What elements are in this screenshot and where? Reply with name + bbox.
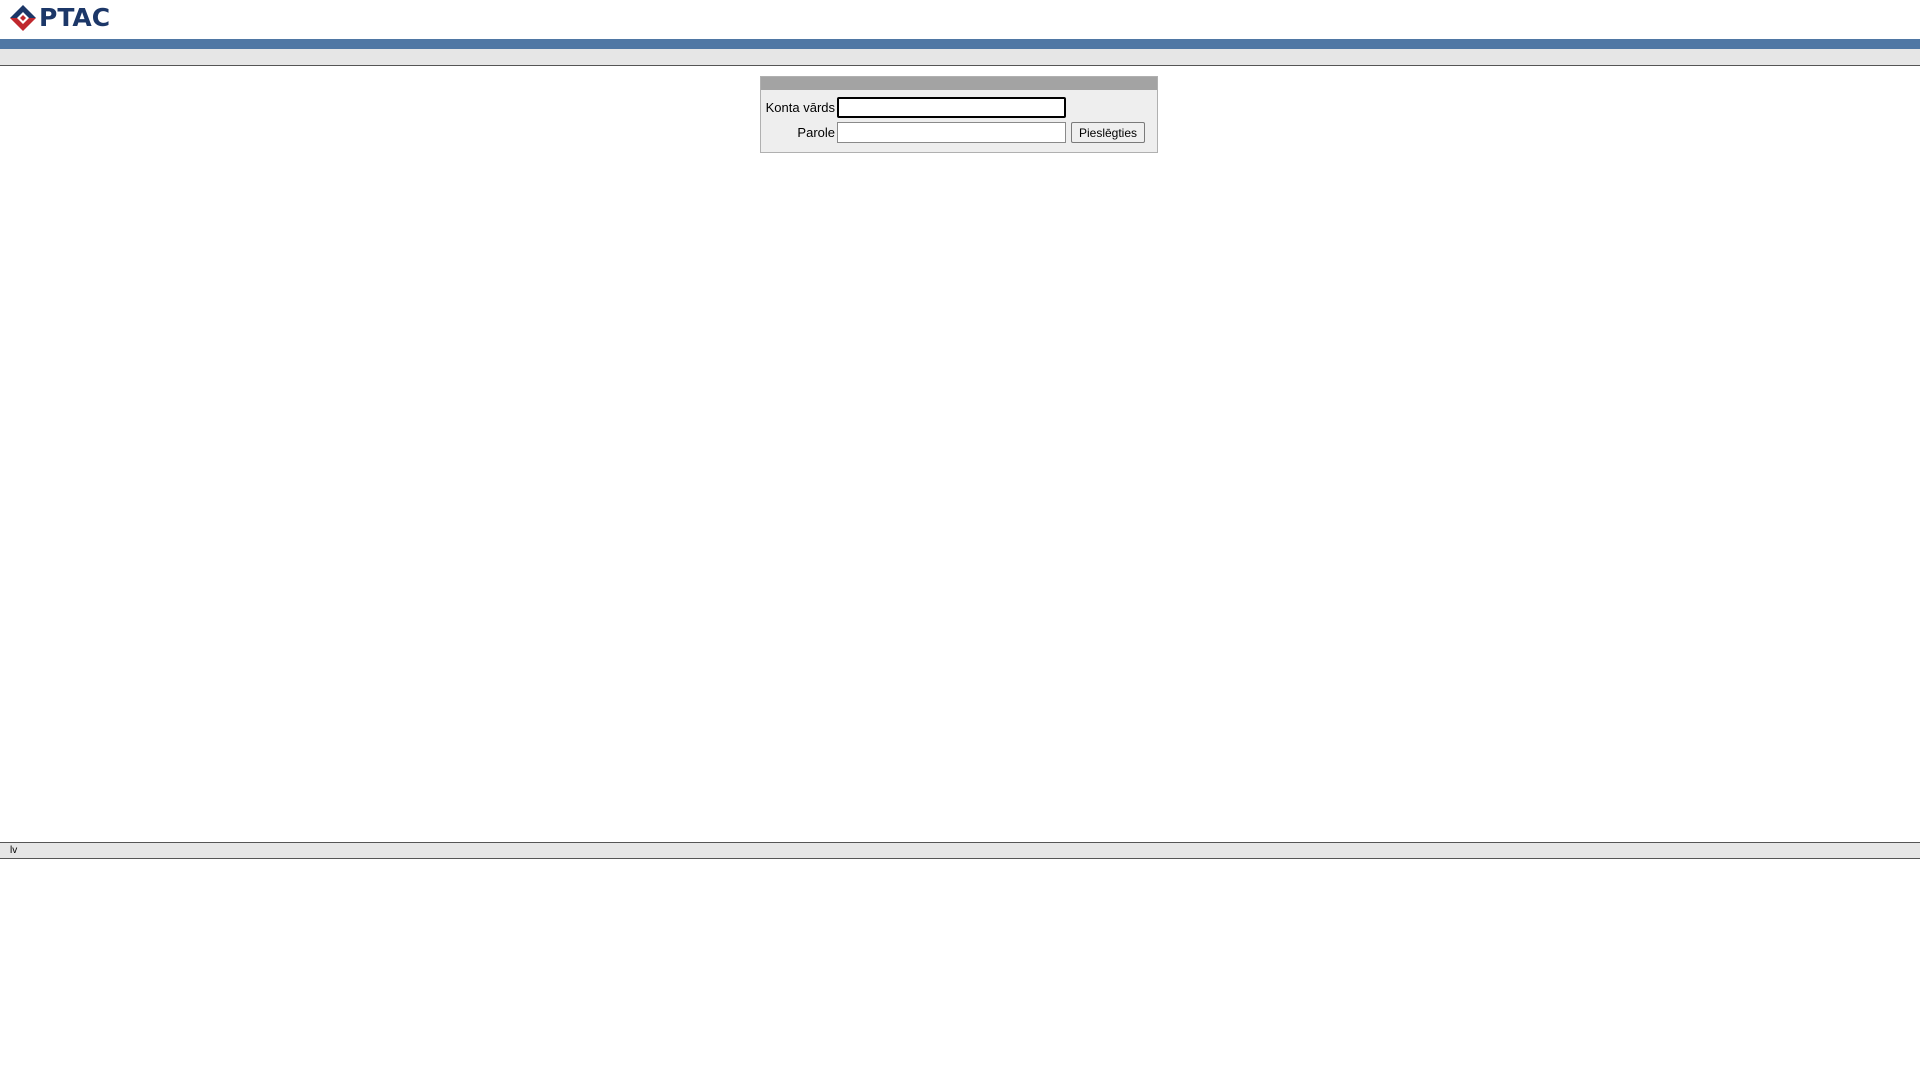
ptac-logo: PTAC (9, 4, 110, 32)
header: PTAC (0, 0, 1920, 39)
login-page: PTAC Konta vārds Parole Pieslēgties lv (0, 0, 1920, 1080)
ptac-logo-mark-icon (10, 5, 36, 31)
login-button[interactable]: Pieslēgties (1071, 122, 1145, 143)
header-accent-bar (0, 39, 1920, 49)
password-row: Parole Pieslēgties (761, 122, 1145, 143)
login-panel: Konta vārds Parole Pieslēgties (760, 76, 1158, 153)
ptac-logo-text: PTAC (39, 3, 111, 32)
language-switch-link[interactable]: lv (10, 844, 17, 857)
username-input[interactable] (837, 97, 1066, 118)
password-label: Parole (797, 125, 835, 140)
footer-bar: lv (0, 842, 1920, 859)
username-row: Konta vārds (761, 97, 1066, 118)
menu-bar (0, 49, 1920, 66)
login-panel-titlebar (761, 77, 1157, 90)
username-label: Konta vārds (765, 100, 835, 115)
password-input[interactable] (837, 122, 1066, 143)
